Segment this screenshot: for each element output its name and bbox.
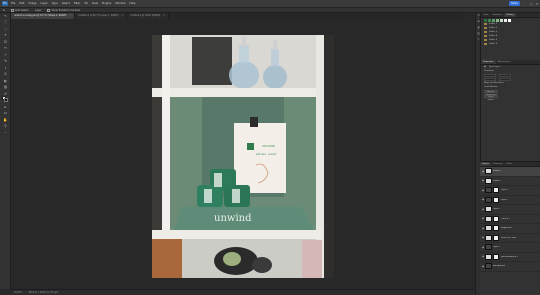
layer-row[interactable]: ◉ Layer 2	[480, 205, 540, 215]
menu-bar: Ps File Edit Image Layer Type Select Fil…	[0, 0, 540, 7]
share-button[interactable]: Share	[509, 1, 520, 6]
height-field[interactable]	[499, 73, 511, 77]
more-tools-icon[interactable]: ⋯	[0, 130, 11, 137]
tab-paths[interactable]: Paths	[505, 162, 515, 166]
menu-image[interactable]: Image	[28, 2, 36, 5]
layer-mask-thumbnail	[493, 215, 499, 222]
layer-thumbnail	[485, 225, 492, 232]
folder-icon	[484, 42, 487, 46]
auto-select-checkbox[interactable]: Auto-Select:	[10, 8, 29, 12]
layer-row[interactable]: ◉ Shape 1	[480, 177, 540, 186]
close-icon[interactable]: ✕	[534, 2, 540, 6]
auto-select-dropdown[interactable]: Layer	[35, 9, 41, 12]
width-field[interactable]	[484, 73, 496, 77]
layer-row[interactable]: ◉ Background	[480, 262, 540, 272]
swatch[interactable]	[492, 18, 495, 22]
tab-adjustments[interactable]: Adjustments	[496, 60, 513, 64]
layer-thumbnail	[485, 253, 492, 260]
menu-type[interactable]: Type	[52, 2, 58, 5]
status-bar: 16.67% 3024 px x 4032 px (72 ppi)	[11, 289, 475, 295]
layer-thumbnail	[485, 168, 492, 175]
x-field[interactable]	[484, 77, 496, 81]
menu-filter[interactable]: Filter	[74, 2, 80, 5]
folder-icon	[484, 22, 487, 26]
layer-row[interactable]: ◉ Shape 2	[480, 167, 540, 177]
tab-color[interactable]: Color	[481, 13, 490, 17]
layer-thumbnail	[485, 177, 492, 184]
layer-row[interactable]: ◉ Brightness	[480, 224, 540, 234]
layer-row[interactable]: ◉ Selective Color	[480, 234, 540, 243]
folder-icon	[484, 34, 487, 38]
menu-window[interactable]: Window	[115, 2, 125, 5]
folder-icon	[484, 30, 487, 34]
menu-layer[interactable]: Layer	[41, 2, 48, 5]
layer-row[interactable]: ◉ Layer 3	[480, 196, 540, 205]
layers-panel: Layers Channels Paths ◉ Shape 2 ◉ Shape 1 …	[480, 161, 540, 295]
layer-thumbnail	[485, 206, 492, 213]
transform-controls-checkbox[interactable]: Show Transform Controls	[47, 8, 80, 12]
layer-row[interactable]: ◉ Hue/Saturation 1	[480, 253, 540, 262]
tab-properties[interactable]: Properties	[481, 60, 496, 64]
swatch[interactable]	[508, 18, 511, 22]
card-headline: CHOOSE	[262, 144, 275, 148]
menu-file[interactable]: File	[11, 2, 15, 5]
document-size: 3024 px x 4032 px (72 ppi)	[28, 291, 59, 294]
tab-history[interactable]: History	[504, 13, 516, 17]
layer-thumbnail	[485, 215, 492, 222]
layer-row[interactable]: ◉ Layer 4	[480, 186, 540, 196]
menu-3d[interactable]: 3D	[84, 2, 88, 5]
remove-background-button[interactable]: Remove Background	[484, 89, 498, 96]
layer-thumbnail	[485, 196, 492, 203]
layer-mask-thumbnail	[493, 196, 499, 203]
layer-thumbnail	[485, 187, 492, 194]
shelf-photo: CHOOSE self-care · unwind unwind	[152, 35, 334, 278]
swatch[interactable]	[488, 18, 491, 22]
folder-icon	[484, 26, 487, 30]
layer-thumbnail	[485, 263, 492, 270]
background-color-swatch[interactable]	[4, 98, 8, 102]
document-image[interactable]: CHOOSE self-care · unwind unwind	[152, 35, 334, 278]
swatch[interactable]	[500, 18, 503, 22]
swatch[interactable]	[504, 18, 507, 22]
menu-plugins[interactable]: Plugins	[102, 2, 111, 5]
folder-icon	[484, 38, 487, 42]
pixel-layer-icon: ▣	[484, 66, 486, 68]
menu-select[interactable]: Select	[62, 2, 70, 5]
zoom-level[interactable]: 16.67%	[14, 290, 22, 295]
swatch[interactable]	[484, 18, 487, 22]
select-subject-button[interactable]: Select Subject	[484, 94, 498, 101]
layer-mask-thumbnail	[493, 234, 499, 241]
shelf-text: unwind	[214, 213, 252, 224]
layer-mask-thumbnail	[493, 225, 499, 232]
tab-swatches[interactable]: Swatches	[490, 13, 504, 17]
layer-row[interactable]: ◉ Layer 1	[480, 243, 540, 253]
layer-mask-thumbnail	[493, 187, 499, 194]
canvas-area[interactable]: CHOOSE self-care · unwind unwind	[11, 19, 475, 289]
quick-actions-buttons-2: Select Subject	[481, 94, 540, 101]
layer-row[interactable]: ◉ Curves 1	[480, 215, 540, 224]
history-item[interactable]: Folder 6	[481, 42, 540, 46]
menu-view[interactable]: View	[92, 2, 98, 5]
app-logo: Ps	[2, 1, 8, 6]
photoshop-window: Ps File Edit Image Layer Type Select Fil…	[0, 0, 540, 295]
move-tool-icon[interactable]: ✥	[3, 9, 5, 12]
tab-channels[interactable]: Channels	[491, 162, 505, 166]
menu-help[interactable]: Help	[130, 2, 136, 5]
layer-thumbnail	[485, 244, 492, 251]
y-field[interactable]	[499, 77, 511, 81]
card-subline: self-care · unwind	[256, 153, 277, 156]
menu-edit[interactable]: Edit	[19, 2, 24, 5]
layer-mask-thumbnail	[493, 253, 499, 260]
layer-thumbnail	[485, 234, 492, 241]
tab-layers[interactable]: Layers	[480, 162, 491, 166]
tools-panel: ↖ ⬚ ◌ ⌖ ⊡ ✂ ⊹ ✎ ⌇ ⎚ ◐ ▥ ✐ T ▸ ▭ ✋ ⚲ ⋯	[0, 13, 11, 289]
swatch[interactable]	[496, 18, 499, 22]
